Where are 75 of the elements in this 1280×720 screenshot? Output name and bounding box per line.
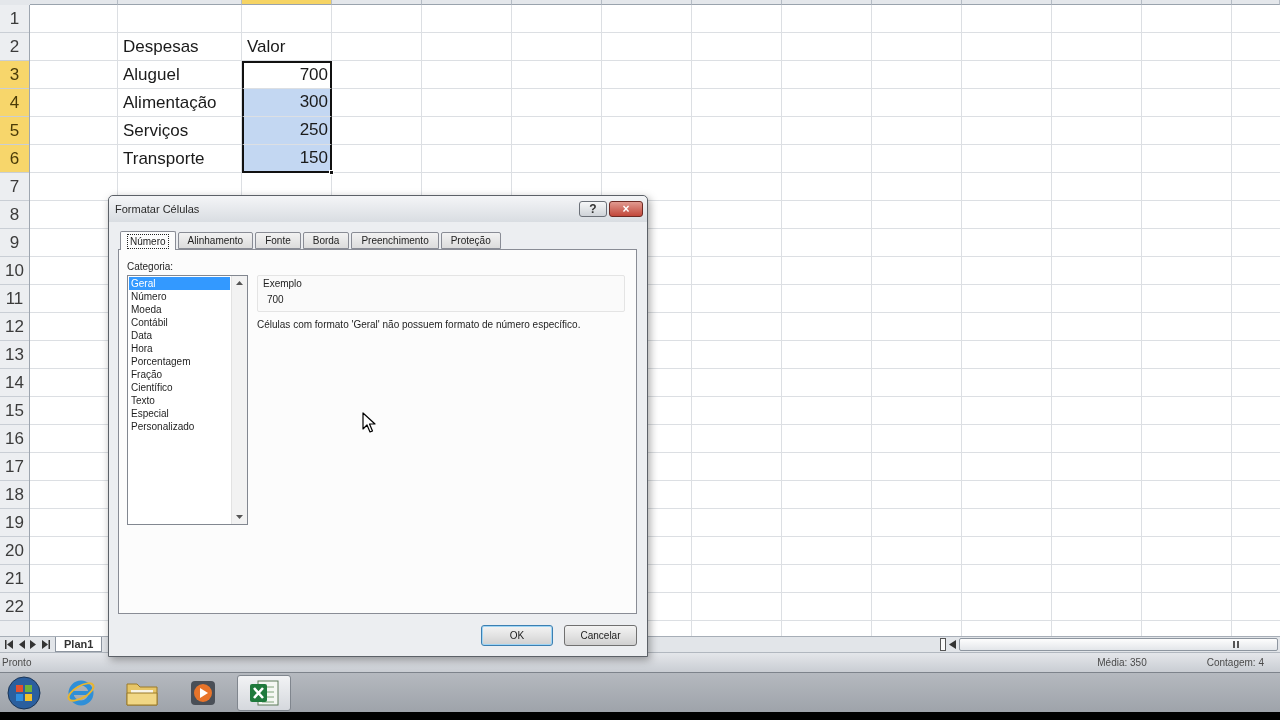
table-cell-text: Despesas xyxy=(122,35,200,58)
cancel-button[interactable]: Cancelar xyxy=(564,625,637,646)
list-scrollbar[interactable] xyxy=(231,276,247,524)
status-text: Pronto xyxy=(1,657,32,668)
play-icon[interactable] xyxy=(189,678,217,707)
dialog-title: Formatar Células xyxy=(115,203,200,215)
column-header[interactable] xyxy=(962,0,1052,5)
category-list[interactable]: Geral Número Moeda Contábil Data Hora Porcentagem Fração Científico Texto Especial Personalizado xyxy=(127,275,248,525)
column-header[interactable] xyxy=(118,0,242,5)
list-item[interactable]: Moeda xyxy=(129,303,230,316)
table-cell-text: Valor xyxy=(246,35,287,58)
table-cell-text: Alimentação xyxy=(122,91,218,114)
row-header[interactable]: 3 xyxy=(0,61,29,89)
skip-right-icon[interactable] xyxy=(42,640,51,649)
list-item[interactable]: Especial xyxy=(129,407,230,420)
row-header[interactable]: 6 xyxy=(0,145,29,173)
sheet-tab[interactable]: Plan1 xyxy=(55,637,103,652)
row-header[interactable]: 5 xyxy=(0,117,29,145)
selected-cell[interactable]: 150 xyxy=(242,145,332,173)
list-item[interactable]: Data xyxy=(129,329,230,342)
column-header[interactable] xyxy=(422,0,512,5)
grip-icon xyxy=(1233,641,1239,648)
column-header[interactable] xyxy=(1052,0,1142,5)
help-button[interactable]: ? xyxy=(579,201,607,217)
list-item[interactable]: Contábil xyxy=(129,316,230,329)
list-item[interactable]: Porcentagem xyxy=(129,355,230,368)
triangle-right-icon[interactable] xyxy=(30,640,37,649)
scroll-down-icon[interactable] xyxy=(236,515,243,519)
selected-cell[interactable]: 700 xyxy=(242,61,332,89)
taskbar-button[interactable] xyxy=(237,674,291,711)
column-header[interactable] xyxy=(782,0,872,5)
column-header[interactable] xyxy=(1232,0,1280,5)
tab[interactable]: Número xyxy=(120,231,176,250)
selected-cell[interactable]: 250 xyxy=(242,117,332,145)
scrollbar-thumb[interactable] xyxy=(959,638,1278,651)
tab[interactable]: Alinhamento xyxy=(177,232,254,249)
column-header[interactable] xyxy=(1142,0,1232,5)
sample-value: 700 xyxy=(266,294,284,305)
column-header[interactable] xyxy=(512,0,602,5)
list-item[interactable]: Fração xyxy=(129,368,230,381)
list-item[interactable]: Hora xyxy=(129,342,230,355)
split-handle[interactable] xyxy=(940,638,946,651)
scroll-left-icon[interactable] xyxy=(949,640,956,649)
mouse-pointer-icon xyxy=(362,412,376,433)
tab[interactable]: Preenchimento xyxy=(351,232,439,249)
selected-cell[interactable]: 300 xyxy=(242,89,332,117)
fill-handle[interactable] xyxy=(329,170,334,175)
column-header[interactable] xyxy=(602,0,692,5)
column-header[interactable] xyxy=(242,0,332,5)
spreadsheet-icon[interactable] xyxy=(248,677,280,708)
row-header[interactable]: 4 xyxy=(0,89,29,117)
list-item[interactable]: Científico xyxy=(129,381,230,394)
scroll-up-icon[interactable] xyxy=(236,281,243,285)
column-header[interactable] xyxy=(872,0,962,5)
table-cell-text: Transporte xyxy=(122,147,206,170)
triangle-left-icon[interactable] xyxy=(18,640,25,649)
column-header[interactable] xyxy=(30,0,118,5)
category-label: Categoria: xyxy=(127,261,174,272)
table-cell-text: Aluguel xyxy=(122,63,181,86)
list-item[interactable]: Personalizado xyxy=(129,420,230,433)
status-average: Média: 350 xyxy=(1097,657,1147,668)
list-item[interactable]: Número xyxy=(129,290,230,303)
tab[interactable]: Proteção xyxy=(440,232,501,249)
column-header[interactable] xyxy=(692,0,782,5)
ok-button[interactable]: OK xyxy=(481,625,553,646)
status-count: Contagem: 4 xyxy=(1206,657,1264,668)
start-orb-icon[interactable] xyxy=(6,675,41,710)
tab[interactable]: Fonte xyxy=(255,232,301,249)
tab[interactable]: Borda xyxy=(302,232,350,249)
column-header[interactable] xyxy=(332,0,422,5)
list-item[interactable]: Texto xyxy=(129,394,230,407)
table-cell-text: Serviços xyxy=(122,119,190,142)
description-text: Células com formato 'Geral' não possuem formato de número específico. xyxy=(257,319,581,330)
sample-label: Exemplo xyxy=(263,278,302,289)
skip-left-icon[interactable] xyxy=(4,640,13,649)
